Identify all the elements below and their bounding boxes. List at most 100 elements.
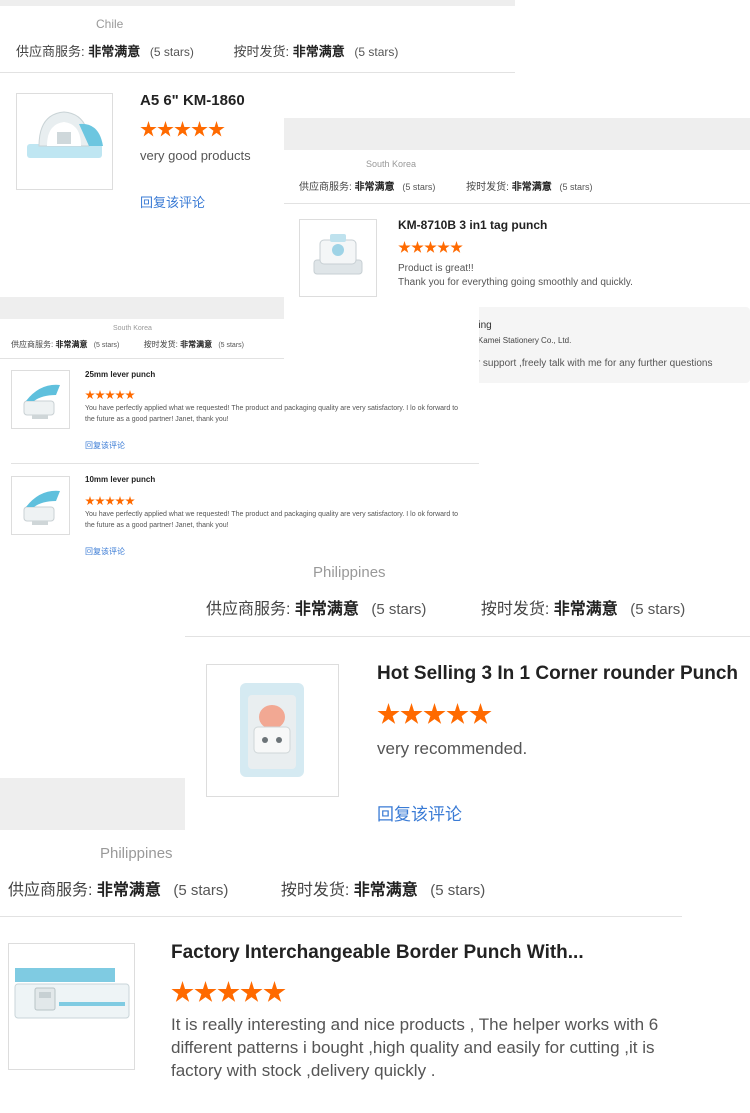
service-stars-text: (5 stars) xyxy=(402,182,436,192)
corner-rounder-image xyxy=(240,683,304,777)
star-icon xyxy=(95,496,105,506)
product-thumbnail[interactable] xyxy=(16,93,113,190)
product-thumbnail[interactable] xyxy=(11,370,70,429)
shipping-label: 按时发货: xyxy=(143,340,178,349)
shipping-stars-text: (5 stars) xyxy=(630,601,686,618)
service-rating: 非常满意 xyxy=(294,601,359,618)
review-text: It is really interesting and nice produc… xyxy=(171,1015,659,1080)
reply-link[interactable]: 回复该评论 xyxy=(377,800,462,825)
product-thumbnail[interactable] xyxy=(8,943,135,1070)
star-icon xyxy=(85,390,95,400)
star-icon xyxy=(424,241,437,253)
shipping-stars-text: (5 stars) xyxy=(218,342,244,349)
star-icon xyxy=(423,703,446,724)
ratings-row: 供应商服务: 非常满意 (5 stars) 按时发货: 非常满意 (5 star… xyxy=(11,339,244,350)
star-icon xyxy=(240,981,263,1002)
service-stars-text: (5 stars) xyxy=(149,45,194,59)
product-name[interactable]: KM-8710B 3 in1 tag punch xyxy=(398,218,547,232)
star-icon xyxy=(217,981,240,1002)
shipping-rating: 非常满意 xyxy=(180,340,213,349)
shipping-label: 按时发货: xyxy=(233,44,290,59)
shipping-rating: 非常满意 xyxy=(511,182,552,193)
reply-link[interactable]: 回复该评论 xyxy=(85,440,125,451)
service-rating: 非常满意 xyxy=(55,340,88,349)
shipping-stars-text: (5 stars) xyxy=(354,45,399,59)
product-name[interactable]: Hot Selling 3 In 1 Corner rounder Punch xyxy=(377,663,738,685)
review-card-philippines-border-punch: Philippines 供应商服务: 非常满意 (5 stars) 按时发货: … xyxy=(0,830,682,1113)
ratings-row: 供应商服务: 非常满意 (5 stars) 按时发货: 非常满意 (5 star… xyxy=(8,876,485,900)
product-name[interactable]: Factory Interchangeable Border Punch Wit… xyxy=(171,942,584,964)
service-stars-text: (5 stars) xyxy=(173,882,229,899)
shipping-label: 按时发货: xyxy=(280,882,350,899)
reviewer-country: South Korea xyxy=(366,159,417,169)
star-icon xyxy=(208,121,225,137)
reply-link[interactable]: 回复该评论 xyxy=(85,546,125,557)
service-label: 供应商服务: xyxy=(8,882,93,899)
star-icon xyxy=(95,390,105,400)
star-icon xyxy=(411,241,424,253)
star-icon xyxy=(115,390,125,400)
review-card-south-korea-lever-punches: South Korea 供应商服务: 非常满意 (5 stars) 按时发货: … xyxy=(0,297,479,567)
star-icon xyxy=(398,241,411,253)
product-name[interactable]: 25mm lever punch xyxy=(85,370,155,379)
product-thumbnail[interactable] xyxy=(299,219,377,297)
product-thumbnail[interactable] xyxy=(11,476,70,535)
product-thumbnail[interactable] xyxy=(206,664,339,797)
divider xyxy=(185,636,750,637)
shipping-stars-text: (5 stars) xyxy=(430,882,486,899)
shipping-label: 按时发货: xyxy=(466,182,509,193)
reviewer-country: Philippines xyxy=(100,845,173,862)
review-text: very good products xyxy=(140,148,251,163)
star-rating xyxy=(171,981,286,1009)
shipping-rating: 非常满意 xyxy=(553,601,618,618)
service-stars-text: (5 stars) xyxy=(93,342,120,349)
service-rating: 非常满意 xyxy=(354,182,395,193)
shipping-label: 按时发货: xyxy=(480,601,550,618)
star-icon xyxy=(85,496,95,506)
shipping-rating: 非常满意 xyxy=(353,882,418,899)
ratings-row: 供应商服务: 非常满意 (5 stars) 按时发货: 非常满意 (5 star… xyxy=(206,595,685,619)
lever-punch-image xyxy=(23,490,60,525)
ratings-row: 供应商服务: 非常满意 (5 stars) 按时发货: 非常满意 (5 star… xyxy=(16,41,398,60)
divider xyxy=(0,358,284,359)
star-rating xyxy=(377,703,492,731)
star-icon xyxy=(174,121,191,137)
shipping-stars-text: (5 stars) xyxy=(559,182,593,192)
review-text: Product is great!! Thank you for everyth… xyxy=(398,263,633,288)
service-label: 供应商服务: xyxy=(206,601,291,618)
reviewer-country: Philippines xyxy=(313,564,386,581)
star-icon xyxy=(157,121,174,137)
service-label: 供应商服务: xyxy=(11,340,54,349)
review-card-philippines-corner-rounder: Philippines 供应商服务: 非常满意 (5 stars) 按时发货: … xyxy=(185,548,750,838)
star-icon xyxy=(171,981,194,1002)
star-icon xyxy=(450,241,463,253)
separator-strip xyxy=(0,778,185,830)
ratings-row: 供应商服务: 非常满意 (5 stars) 按时发货: 非常满意 (5 star… xyxy=(299,178,593,193)
reply-link[interactable]: 回复该评论 xyxy=(140,192,205,211)
review-text: You have perfectly applied what we reque… xyxy=(85,511,459,529)
star-icon xyxy=(469,703,492,724)
card-header-strip xyxy=(284,118,750,150)
star-icon xyxy=(125,496,135,506)
star-rating xyxy=(398,241,463,259)
divider xyxy=(0,72,515,73)
review-text: You have perfectly applied what we reque… xyxy=(85,405,459,423)
reviewer-country: Chile xyxy=(96,17,124,31)
divider xyxy=(11,463,479,464)
star-icon xyxy=(191,121,208,137)
lever-punch-image xyxy=(23,384,60,419)
shipping-rating: 非常满意 xyxy=(292,44,345,59)
border-punch-image xyxy=(14,968,130,1019)
a5-machine-image xyxy=(27,111,103,158)
star-icon xyxy=(115,496,125,506)
star-icon xyxy=(437,241,450,253)
service-stars-text: (5 stars) xyxy=(371,601,427,618)
product-name[interactable]: A5 6" KM-1860 xyxy=(140,92,245,109)
star-icon xyxy=(377,703,400,724)
product-name[interactable]: 10mm lever punch xyxy=(85,475,155,484)
service-label: 供应商服务: xyxy=(299,182,352,193)
service-rating: 非常满意 xyxy=(96,882,161,899)
star-icon xyxy=(446,703,469,724)
tag-punch-image xyxy=(313,234,363,275)
card-header-strip xyxy=(0,0,515,6)
